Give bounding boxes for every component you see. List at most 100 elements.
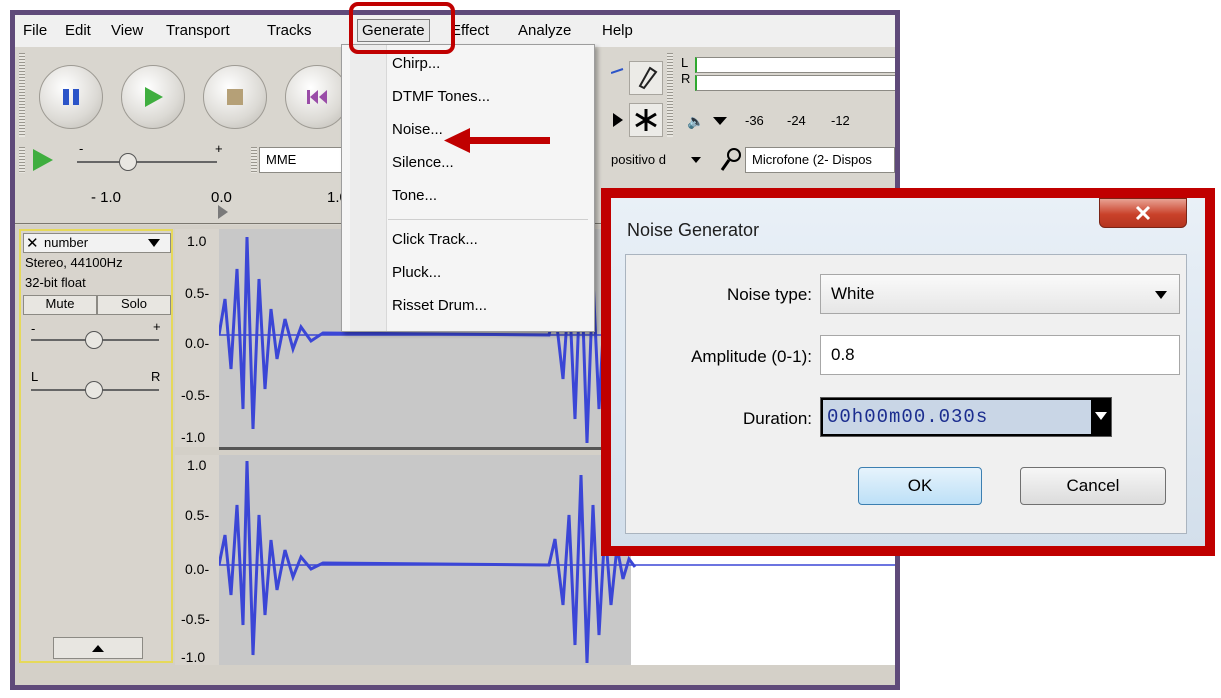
track-menu-chevron-icon[interactable] <box>148 239 160 247</box>
menu-analyze[interactable]: Analyze <box>518 22 571 39</box>
track-control-panel[interactable]: ✕ number Stereo, 44100Hz 32-bit float Mu… <box>19 229 173 663</box>
playhead-icon[interactable] <box>218 205 228 219</box>
scale-label: -0.5- <box>181 387 210 403</box>
channel-left-scale: 1.0 0.5- 0.0- -0.5- -1.0 <box>175 229 219 447</box>
cancel-button[interactable]: Cancel <box>1020 467 1166 505</box>
slider-thumb[interactable] <box>119 153 137 171</box>
channel-right-scale: 1.0 0.5- 0.0- -0.5- -1.0 <box>175 455 219 665</box>
status-bar <box>15 665 895 685</box>
envelope-icon <box>610 68 624 74</box>
menu-item-dtmf-tones[interactable]: DTMF Tones... <box>392 88 490 105</box>
collapse-track-button[interactable] <box>53 637 143 659</box>
asterisk-icon <box>635 109 657 131</box>
menu-item-click-track[interactable]: Click Track... <box>392 231 478 248</box>
amplitude-label: Amplitude (0-1): <box>691 347 812 366</box>
play-icon <box>145 87 163 107</box>
gain-slider-thumb[interactable] <box>85 331 103 349</box>
dialog-title: Noise Generator <box>627 220 760 240</box>
stop-icon <box>227 89 243 105</box>
scale-label: 1.0 <box>187 233 207 249</box>
pause-icon <box>63 89 79 105</box>
menu-file[interactable]: File <box>23 22 47 39</box>
scale-label: 0.5- <box>185 285 210 301</box>
annotation-arrow-icon <box>444 128 550 153</box>
scale-label: -0.5- <box>181 611 210 627</box>
close-track-icon[interactable]: ✕ <box>26 234 39 252</box>
speaker-icon[interactable]: 🔈 <box>687 113 704 130</box>
annotation-highlight-box <box>349 2 455 54</box>
track-name-bar[interactable]: ✕ number <box>23 233 171 253</box>
multi-tool-button[interactable] <box>629 103 663 137</box>
scale-label: 1.0 <box>187 457 207 473</box>
ok-button[interactable]: OK <box>858 467 982 505</box>
menu-separator <box>388 219 588 220</box>
pause-button[interactable] <box>39 65 103 129</box>
generate-menu-dropdown: Chirp... DTMF Tones... Noise... Silence.… <box>341 44 595 332</box>
play-at-speed-button[interactable] <box>29 147 55 178</box>
meter-bar-l <box>695 57 895 73</box>
play-icon <box>33 149 53 171</box>
menu-view[interactable]: View <box>111 22 143 39</box>
gain-slider[interactable]: - + <box>27 319 167 351</box>
skip-start-button[interactable] <box>285 65 349 129</box>
menu-help[interactable]: Help <box>602 22 633 39</box>
stop-button[interactable] <box>203 65 267 129</box>
toolbar-grip-device[interactable] <box>251 147 257 173</box>
speed-slider[interactable]: - + <box>67 141 223 175</box>
recording-device-select[interactable]: Microfone (2- Dispos <box>745 147 895 173</box>
scale-label: 0.0- <box>185 335 210 351</box>
menu-icon-gutter <box>350 45 387 331</box>
menu-item-pluck[interactable]: Pluck... <box>392 264 441 281</box>
menu-transport[interactable]: Transport <box>166 22 230 39</box>
playback-meter[interactable]: L R <box>679 55 895 95</box>
duration-value: 00h00m00.030s <box>823 400 1091 434</box>
toolbar-grip-play-at-speed[interactable] <box>19 147 25 173</box>
scale-label: 0.5- <box>185 507 210 523</box>
duration-label: Duration: <box>743 409 812 428</box>
menu-edit[interactable]: Edit <box>65 22 91 39</box>
microphone-icon <box>719 147 743 178</box>
meter-tick-36: -36 <box>745 113 764 128</box>
close-icon <box>1135 205 1151 221</box>
toolbar-grip-meter[interactable] <box>667 53 673 137</box>
mute-button[interactable]: Mute <box>23 295 97 315</box>
amplitude-input[interactable]: 0.8 <box>820 335 1180 375</box>
arrow-right-icon <box>613 113 623 127</box>
timeshift-tool-edge[interactable] <box>611 103 625 137</box>
pan-slider[interactable]: L R <box>27 369 167 401</box>
menu-effect[interactable]: Effect <box>451 22 489 39</box>
meter-tick-12: -12 <box>831 113 850 128</box>
pencil-icon <box>638 66 658 90</box>
noise-type-value: White <box>831 284 875 303</box>
play-button[interactable] <box>121 65 185 129</box>
menu-tracks[interactable]: Tracks <box>267 22 311 39</box>
playback-device-label: positivo d <box>611 152 666 167</box>
toolbar-grip[interactable] <box>19 53 25 137</box>
chevron-down-icon <box>691 157 701 163</box>
duration-input[interactable]: 00h00m00.030s <box>820 397 1112 437</box>
meter-channel-r: R <box>681 71 691 86</box>
playback-device-select[interactable]: positivo d <box>611 147 715 178</box>
menu-item-chirp[interactable]: Chirp... <box>392 55 440 72</box>
menu-item-noise[interactable]: Noise... <box>392 121 443 138</box>
solo-button[interactable]: Solo <box>97 295 171 315</box>
scale-label: 0.0- <box>185 561 210 577</box>
menu-item-silence[interactable]: Silence... <box>392 154 454 171</box>
dialog-body: Noise type: White Amplitude (0-1): 0.8 D… <box>625 254 1187 534</box>
skip-start-icon <box>307 90 327 104</box>
scale-label: -1.0 <box>181 429 206 445</box>
ruler-tick-minus-1: - 1.0 <box>91 189 122 206</box>
duration-format-chevron-icon[interactable] <box>1095 412 1107 420</box>
pan-slider-thumb[interactable] <box>85 381 103 399</box>
draw-tool-button[interactable] <box>629 61 663 95</box>
meter-tick-24: -24 <box>787 113 806 128</box>
menu-item-risset-drum[interactable]: Risset Drum... <box>392 297 487 314</box>
envelope-tool-edge[interactable] <box>610 65 625 95</box>
close-button[interactable] <box>1099 198 1187 228</box>
menu-bar: File Edit View Transport Tracks Generate… <box>15 15 895 47</box>
menu-item-tone[interactable]: Tone... <box>392 187 437 204</box>
meter-dropdown-icon[interactable] <box>713 117 727 125</box>
meter-bar-r <box>695 75 895 91</box>
noise-type-select[interactable]: White <box>820 274 1180 314</box>
scale-label: -1.0 <box>181 649 206 665</box>
